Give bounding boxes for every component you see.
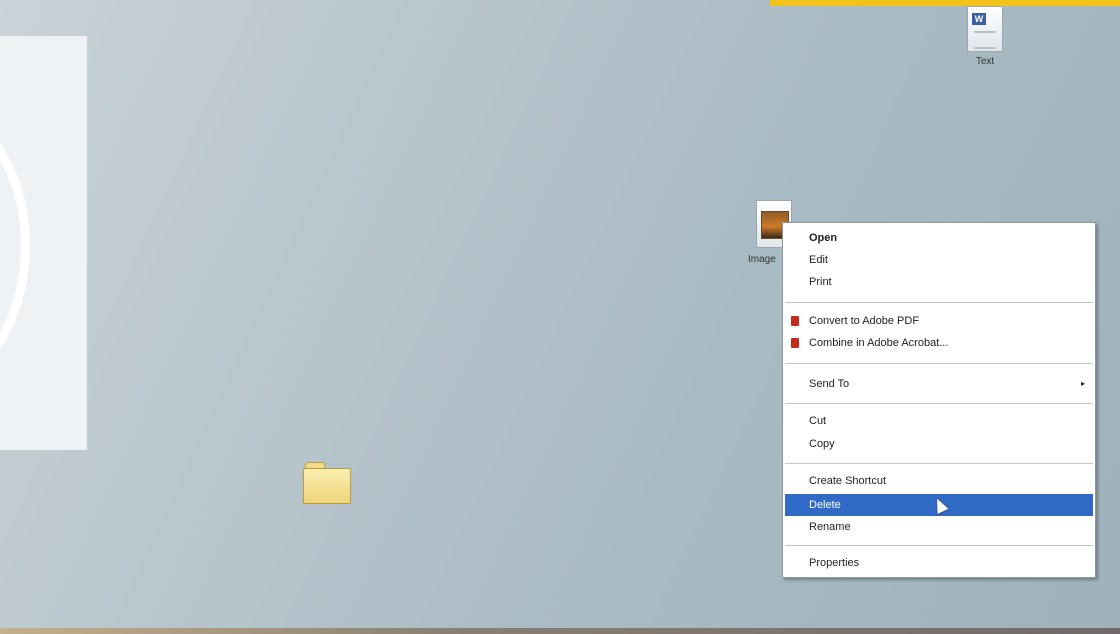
menu-item-rename[interactable]: Rename xyxy=(785,516,1093,538)
top-banner xyxy=(770,0,1120,6)
menu-item-copy[interactable]: Copy xyxy=(785,433,1093,455)
menu-item-convert-to-adobe-pdf[interactable]: Convert to Adobe PDF xyxy=(785,310,1093,332)
menu-item-label: Edit xyxy=(809,254,828,266)
menu-item-label: Convert to Adobe PDF xyxy=(809,315,920,327)
menu-item-label: Create Shortcut xyxy=(809,475,887,487)
menu-separator xyxy=(785,463,1093,464)
pdf-icon xyxy=(791,338,799,348)
folder-icon[interactable] xyxy=(303,462,351,504)
menu-item-label: Send To xyxy=(809,378,850,390)
menu-item-label: Open xyxy=(809,232,838,244)
menu-item-label: Rename xyxy=(809,521,851,533)
context-menu: Open Edit Print Convert to Adobe PDF Com… xyxy=(782,222,1096,578)
folder-body xyxy=(303,468,351,504)
menu-item-label: Cut xyxy=(809,415,827,427)
word-document-icon: W xyxy=(967,6,1003,52)
taskbar-edge xyxy=(0,628,1120,634)
ring-graphic xyxy=(0,96,30,396)
menu-item-edit[interactable]: Edit xyxy=(785,249,1093,271)
menu-separator xyxy=(785,363,1093,364)
menu-item-combine-in-acrobat[interactable]: Combine in Adobe Acrobat... xyxy=(785,332,1093,354)
menu-item-properties[interactable]: Properties xyxy=(785,552,1093,574)
menu-item-send-to[interactable]: Send To ▸ xyxy=(785,373,1093,395)
desktop-icon-label: Text xyxy=(975,56,995,67)
menu-separator xyxy=(785,403,1093,404)
menu-separator xyxy=(785,545,1093,546)
menu-item-label: Properties xyxy=(809,557,860,569)
submenu-arrow-icon: ▸ xyxy=(1080,379,1085,388)
pdf-icon xyxy=(791,316,799,326)
menu-item-open[interactable]: Open xyxy=(785,227,1093,249)
word-badge: W xyxy=(972,13,986,25)
menu-item-label: Copy xyxy=(809,438,835,450)
document-lines xyxy=(974,31,996,49)
desktop[interactable]: W Text Image Open Edit Print Convert to … xyxy=(0,0,1120,634)
menu-item-cut[interactable]: Cut xyxy=(785,410,1093,432)
left-panel-overlay xyxy=(0,36,87,450)
menu-item-create-shortcut[interactable]: Create Shortcut xyxy=(785,470,1093,492)
menu-item-label: Print xyxy=(809,276,832,288)
menu-item-print[interactable]: Print xyxy=(785,271,1093,293)
menu-separator xyxy=(785,302,1093,303)
desktop-icon-text[interactable]: W Text xyxy=(960,6,1010,67)
menu-item-label: Delete xyxy=(809,499,841,511)
menu-item-label: Combine in Adobe Acrobat... xyxy=(809,337,949,349)
